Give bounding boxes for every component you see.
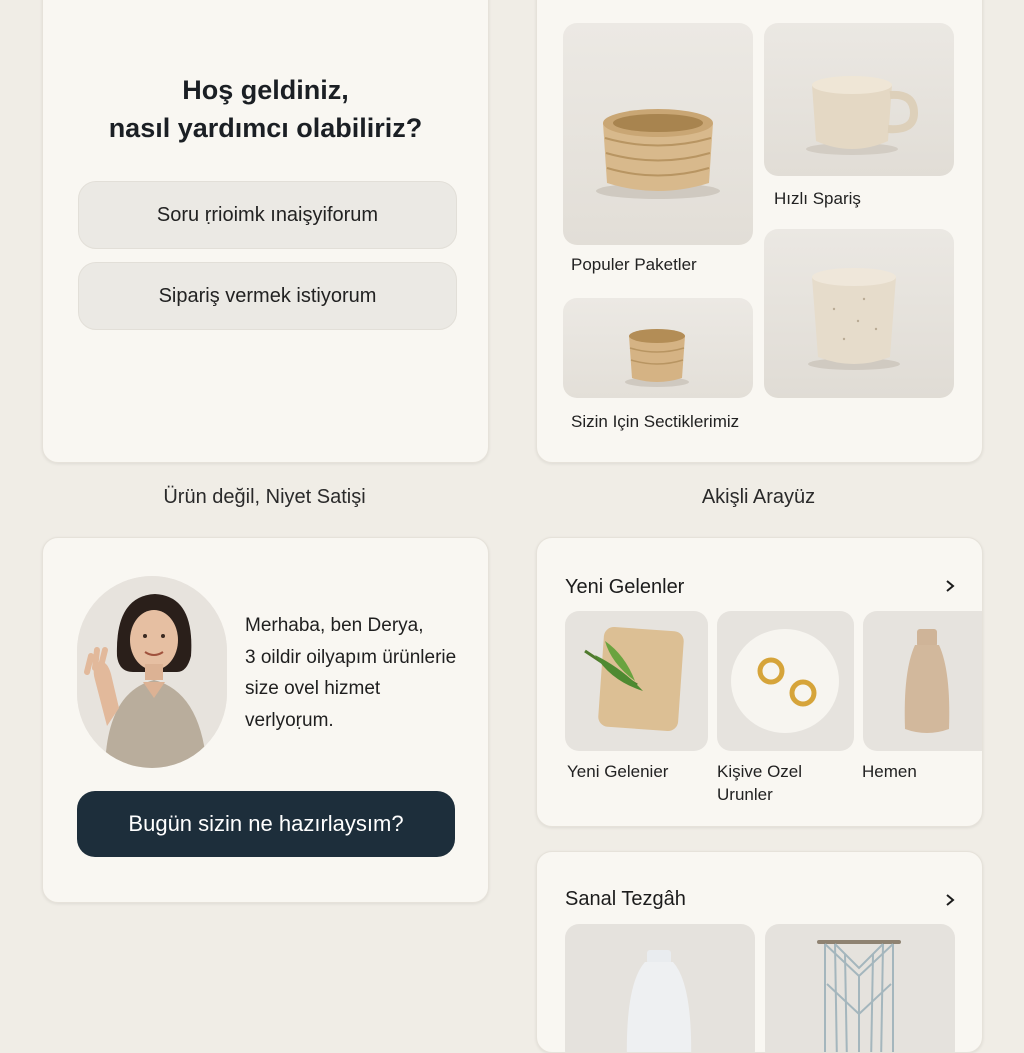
- welcome-title-line-2: nasıl yardımcı olabiliriz?: [108, 113, 423, 143]
- person-waving-icon: [77, 576, 227, 768]
- quick-order-tile[interactable]: [764, 23, 954, 176]
- prepare-cta-button[interactable]: Bugün sizin ne hazırlaysım?: [77, 791, 455, 857]
- ceramic-cup-icon: [808, 268, 900, 370]
- intro-line: size ovel hizmet: [245, 678, 381, 699]
- gold-rings-icon: [731, 629, 839, 733]
- cutting-board-icon: [584, 627, 684, 731]
- ceramic-mug-icon: [806, 76, 919, 155]
- product-label-line: Urunler: [717, 785, 773, 804]
- intro-card: Merhaba, ben Derya, 3 oildir oilyapım ür…: [42, 537, 489, 903]
- chevron-right-icon[interactable]: [944, 894, 956, 906]
- product-label: Hemen: [862, 762, 917, 781]
- question-option-button[interactable]: Soru ṛrioimk ınaişyiforum: [78, 181, 457, 249]
- intro-line: verlyoṛum.: [245, 709, 334, 731]
- stall-tile-vase[interactable]: [565, 924, 755, 1052]
- virtual-stall-title: Sanal Tezgâh: [565, 888, 686, 910]
- new-arrivals-card: Yeni Gelenler Yeni Gelenier Kişive Ozel …: [536, 537, 983, 827]
- order-option-button[interactable]: Sipariş vermek istiyorum: [78, 262, 457, 330]
- product-tile-vase[interactable]: [863, 611, 982, 751]
- tile-label: Hızlı Spariş: [774, 189, 861, 208]
- woven-basket-icon: [596, 109, 720, 199]
- product-tile-cutting-board[interactable]: [565, 611, 708, 751]
- white-vase-icon: [626, 950, 692, 1052]
- avatar: [77, 576, 227, 768]
- small-basket-icon: [625, 329, 689, 387]
- new-arrivals-title: Yeni Gelenler: [565, 576, 685, 598]
- picked-for-you-tile[interactable]: [563, 298, 753, 398]
- virtual-stall-card: Sanal Tezgâh: [536, 851, 983, 1053]
- welcome-title-line-1: Hoş geldiniz,: [182, 75, 349, 105]
- tile-label: Populer Paketler: [571, 255, 697, 274]
- intro-line: Merhaba, ben Derya,: [245, 615, 424, 636]
- product-label-line: Kişive Ozel: [717, 762, 803, 781]
- flow-caption: Akişli Arayüz: [701, 486, 816, 508]
- stall-tile-macrame[interactable]: [765, 924, 955, 1052]
- macrame-hanging-icon: [817, 940, 901, 1052]
- intro-line: 3 oildir oilyapım ürünlerie: [245, 646, 457, 668]
- product-label: Yeni Gelenier: [567, 762, 669, 781]
- product-tile-rings[interactable]: [717, 611, 854, 751]
- welcome-title: Hoş geldiniz, nasıl yardımcı olabiliriz?: [43, 71, 488, 147]
- chevron-right-icon[interactable]: [944, 580, 956, 592]
- ceramic-cup-tile[interactable]: [764, 229, 954, 398]
- flow-card: Populer Paketler Hızlı Spariş Sizin Için…: [536, 0, 983, 463]
- intro-message: Merhaba, ben Derya, 3 oildir oilyapım ür…: [245, 610, 485, 736]
- vase-icon: [904, 629, 950, 733]
- popular-packages-tile[interactable]: [563, 23, 753, 245]
- intent-caption: Ürün değil, Niyet Satişi: [163, 486, 366, 508]
- welcome-card: Hoş geldiniz, nasıl yardımcı olabiliriz?…: [42, 0, 489, 463]
- tile-label: Sizin Için Sectiklerimiz: [571, 412, 740, 431]
- product-label: Kişive Ozel Urunler: [717, 760, 802, 806]
